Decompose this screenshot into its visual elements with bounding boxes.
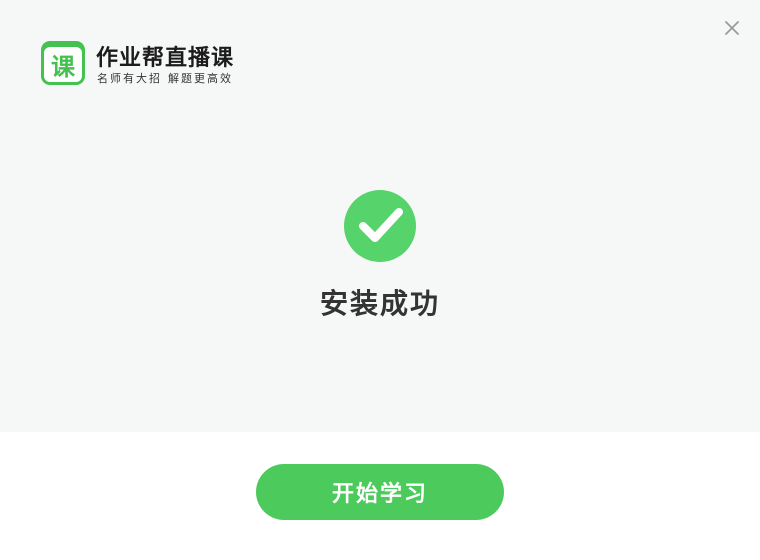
close-button[interactable] [720, 16, 744, 40]
content-area: 课 作业帮直播课 名师有大招 解题更高效 安装成功 [0, 0, 760, 432]
slogan-left: 名师有大招 [97, 72, 162, 85]
app-title: 作业帮直播课 [96, 46, 235, 71]
start-learning-button[interactable]: 开始学习 [256, 464, 504, 520]
close-icon [725, 21, 739, 35]
slogan-right: 解题更高效 [168, 72, 233, 85]
badge-character: 课 [51, 53, 76, 81]
check-circle-icon [344, 190, 416, 262]
install-success-message: 安装成功 [319, 287, 440, 320]
brand-logo: 课 作业帮直播课 名师有大招 解题更高效 [40, 40, 260, 88]
app-slogan: 名师有大招 解题更高效 [97, 70, 233, 86]
course-badge-icon: 课 [41, 41, 85, 85]
installer-window: 课 作业帮直播课 名师有大招 解题更高效 安装成功 开始学习 [0, 0, 760, 560]
